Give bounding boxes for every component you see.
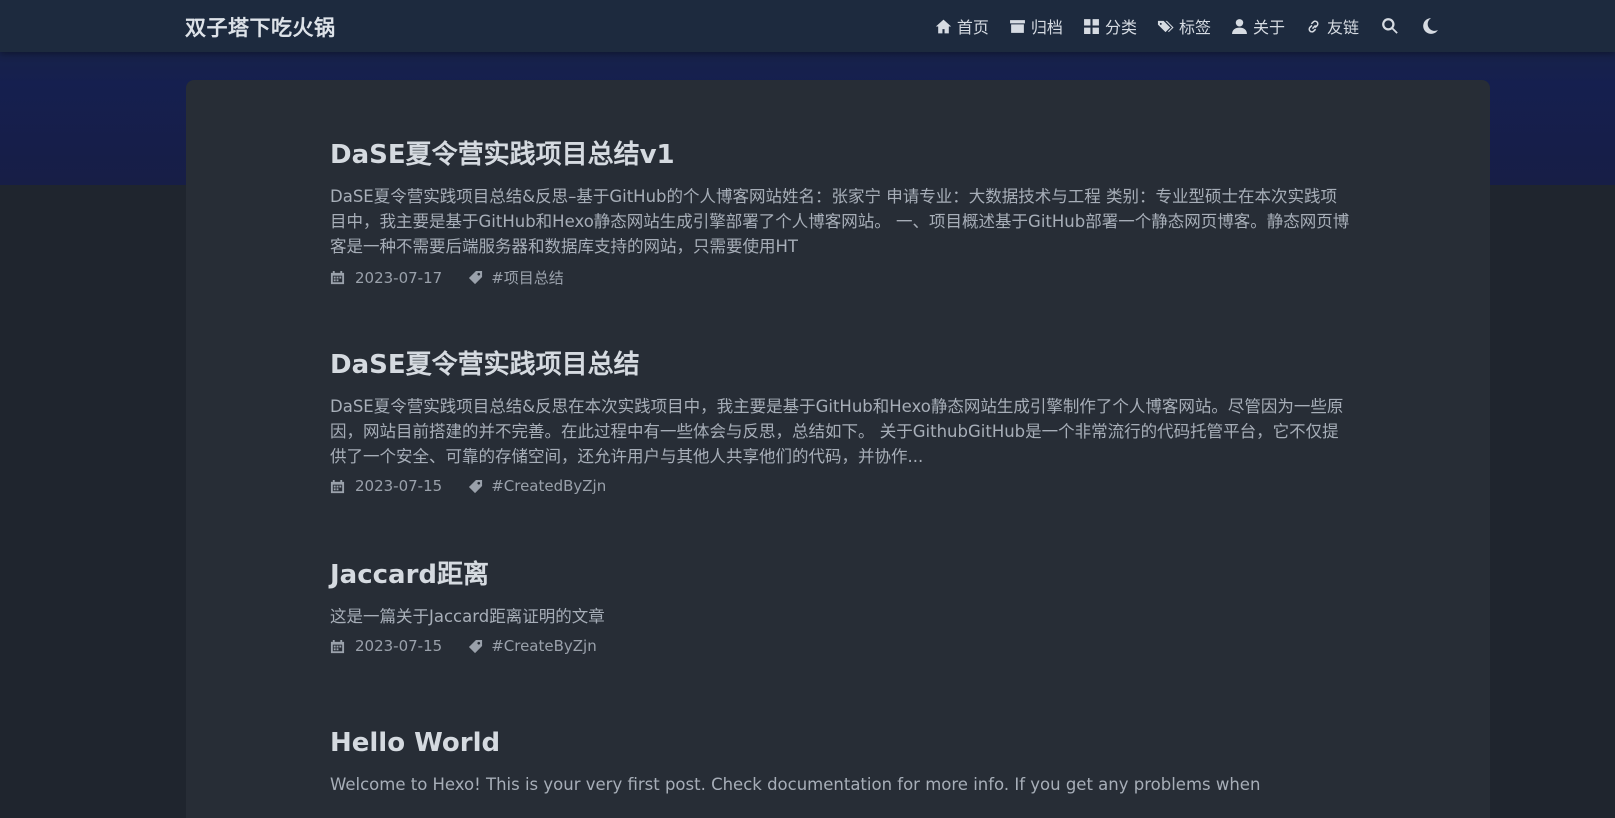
post-meta: 2023-07-17 #项目总结	[330, 267, 1350, 288]
home-icon	[935, 19, 952, 33]
post-item: Hello World Welcome to Hexo! This is you…	[330, 726, 1350, 797]
post-date: 2023-07-15	[330, 477, 442, 495]
post-tag-text: #CreateByZjn	[491, 637, 597, 655]
post-title[interactable]: Hello World	[330, 726, 1350, 760]
post-tag[interactable]: #项目总结	[468, 267, 564, 288]
post-meta: 2023-07-15 #CreatedByZjn	[330, 477, 1350, 495]
tag-icon	[469, 639, 483, 653]
post-excerpt: Welcome to Hexo! This is your very first…	[330, 775, 1261, 794]
nav-menu: 首页 归档 分类 标签 关于 友链	[915, 0, 1439, 52]
post-date-text: 2023-07-15	[355, 477, 443, 495]
tags-icon	[1157, 20, 1174, 32]
nav-item-tags[interactable]: 标签	[1157, 14, 1211, 38]
post-date-text: 2023-07-17	[355, 268, 443, 287]
post-meta: 2023-07-15 #CreateByZjn	[330, 637, 1350, 655]
post-excerpt: DaSE夏令营实践项目总结&反思–基于GitHub的个人博客网站姓名：张家宁 申…	[330, 187, 1350, 256]
post-date: 2023-07-17	[330, 269, 442, 287]
archive-icon	[1009, 19, 1025, 33]
post-item: DaSE夏令营实践项目总结v1 DaSE夏令营实践项目总结&反思–基于GitHu…	[330, 138, 1350, 288]
calendar-icon	[330, 479, 345, 493]
grid-icon	[1084, 18, 1099, 34]
nav-item-about[interactable]: 关于	[1231, 14, 1285, 38]
post-item: DaSE夏令营实践项目总结 DaSE夏令营实践项目总结&反思在本次实践项目中，我…	[330, 348, 1350, 495]
post-tag[interactable]: #CreatedByZjn	[468, 477, 606, 495]
tag-icon	[469, 479, 483, 493]
nav-item-categories[interactable]: 分类	[1083, 14, 1137, 38]
post-list-card: DaSE夏令营实践项目总结v1 DaSE夏令营实践项目总结&反思–基于GitHu…	[186, 80, 1490, 818]
search-button[interactable]	[1381, 17, 1399, 35]
nav-item-label: 首页	[956, 18, 989, 37]
search-icon	[1382, 18, 1398, 34]
nav-item-label: 标签	[1178, 18, 1211, 37]
tag-icon	[469, 270, 483, 285]
nav-item-label: 关于	[1252, 18, 1285, 37]
theme-toggle-button[interactable]	[1421, 17, 1439, 35]
post-tag-text: #项目总结	[491, 269, 564, 287]
post-item: Jaccard距离 这是一篇关于Jaccard距离证明的文章 2023-07-1…	[330, 558, 1350, 655]
nav-item-label: 友链	[1326, 18, 1359, 37]
nav-item-label: 分类	[1104, 18, 1137, 37]
site-title[interactable]: 双子塔下吃火锅	[185, 12, 336, 42]
calendar-icon	[330, 270, 345, 285]
moon-icon	[1423, 18, 1438, 34]
post-title[interactable]: Jaccard距离	[330, 558, 1350, 592]
calendar-icon	[330, 639, 345, 653]
post-excerpt: 这是一篇关于Jaccard距离证明的文章	[330, 607, 605, 626]
page: 双子塔下吃火锅 首页 归档 分类 标签 关于 友链 DaSE夏令营实践项目总结v…	[0, 0, 1615, 818]
link-icon	[1308, 19, 1319, 33]
post-date: 2023-07-15	[330, 637, 442, 655]
post-excerpt: DaSE夏令营实践项目总结&反思在本次实践项目中，我主要是基于GitHub和He…	[330, 397, 1344, 466]
nav-item-label: 归档	[1030, 18, 1063, 37]
post-title[interactable]: DaSE夏令营实践项目总结	[330, 348, 1350, 382]
user-icon	[1232, 18, 1247, 34]
nav-item-links[interactable]: 友链	[1305, 14, 1359, 38]
nav-item-home[interactable]: 首页	[935, 14, 989, 38]
post-tag[interactable]: #CreateByZjn	[468, 637, 597, 655]
post-date-text: 2023-07-15	[355, 637, 443, 655]
post-tag-text: #CreatedByZjn	[491, 477, 607, 495]
nav-item-archive[interactable]: 归档	[1009, 14, 1063, 38]
navbar: 双子塔下吃火锅 首页 归档 分类 标签 关于 友链	[0, 0, 1615, 52]
post-title[interactable]: DaSE夏令营实践项目总结v1	[330, 138, 1350, 172]
